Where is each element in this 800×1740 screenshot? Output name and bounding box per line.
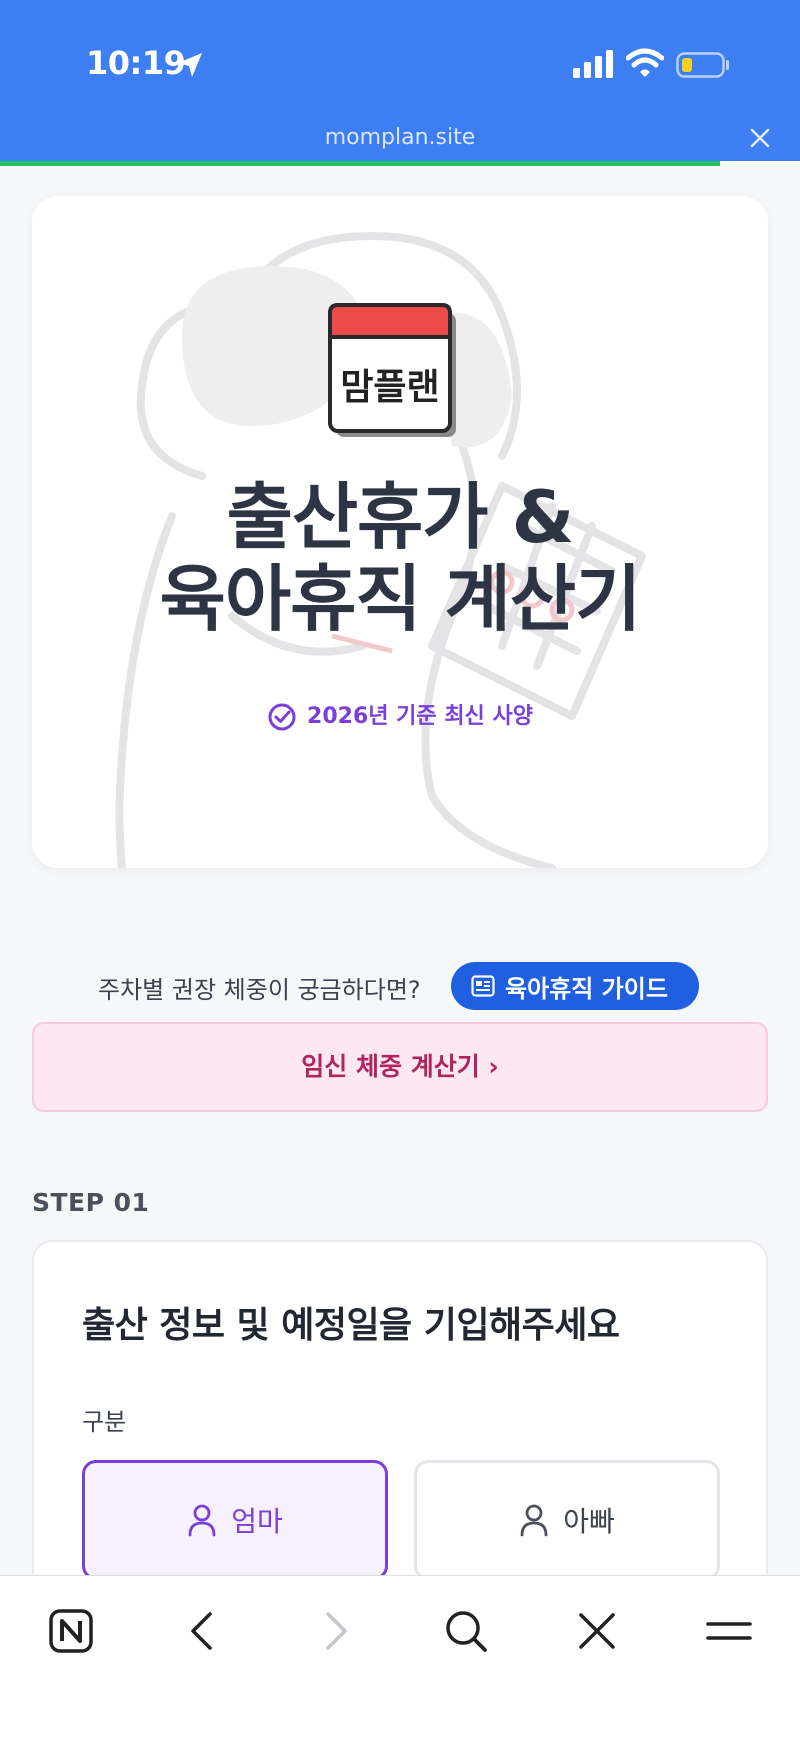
step-label: STEP 01 <box>32 1188 150 1217</box>
version-badge-text: 2026년 기준 최신 사양 <box>307 704 533 729</box>
person-icon <box>188 1504 216 1537</box>
hero-card: 맘플랜 출산휴가 & 육아휴직 계산기 2026년 기준 최신 사양 <box>32 196 768 868</box>
guide-row: 주차별 권장 체중이 궁금하다면? 육아휴직 가이드 <box>0 962 800 1010</box>
wifi-icon <box>626 48 664 77</box>
close-icon[interactable] <box>748 126 772 150</box>
option-mom-label: 엄마 <box>231 1505 283 1538</box>
search-icon[interactable] <box>441 1606 491 1656</box>
naver-home-icon[interactable] <box>46 1606 96 1656</box>
check-circle-icon <box>268 703 296 731</box>
role-field-label: 구분 <box>82 1408 127 1436</box>
option-dad-button[interactable]: 아빠 <box>414 1460 720 1580</box>
page-load-progress <box>0 161 800 166</box>
battery-icon <box>676 52 729 78</box>
page-load-progress-fill <box>0 161 720 166</box>
step-card: 출산 정보 및 예정일을 기입해주세요 구분 엄마 아빠 <box>32 1240 768 1620</box>
person-icon <box>520 1504 548 1537</box>
option-dad-label: 아빠 <box>563 1505 615 1538</box>
guide-button-label: 육아휴직 가이드 <box>505 974 668 1003</box>
signal-icon <box>573 50 613 78</box>
svg-text:맘플랜: 맘플랜 <box>340 367 439 408</box>
browser-bottom-toolbar <box>0 1575 800 1740</box>
page-title-line2: 육아휴직 계산기 <box>159 557 642 641</box>
browser-top-bar: 10:19 momplan.site <box>0 0 800 166</box>
guide-prompt: 주차별 권장 체중이 궁금하다면? <box>98 976 421 1004</box>
forward-icon[interactable] <box>310 1606 360 1656</box>
momplan-logo: 맘플랜 <box>328 303 456 437</box>
version-badge: 2026년 기준 최신 사양 <box>32 698 768 732</box>
menu-icon[interactable] <box>704 1606 754 1656</box>
location-arrow-icon <box>178 53 202 77</box>
browser-url[interactable]: momplan.site <box>0 125 800 150</box>
parental-leave-guide-button[interactable]: 육아휴직 가이드 <box>451 962 699 1010</box>
step-title: 출산 정보 및 예정일을 기입해주세요 <box>82 1305 620 1346</box>
page-title: 출산휴가 & 육아휴직 계산기 <box>32 476 768 640</box>
tab-close-icon[interactable] <box>572 1606 622 1656</box>
option-mom-button[interactable]: 엄마 <box>82 1460 388 1580</box>
pregnancy-weight-calculator-button[interactable]: 임신 체중 계산기 › <box>32 1022 768 1112</box>
status-time: 10:19 <box>86 44 186 82</box>
back-icon[interactable] <box>178 1606 228 1656</box>
document-icon <box>471 975 495 997</box>
page-title-line1: 출산휴가 & <box>226 475 575 559</box>
